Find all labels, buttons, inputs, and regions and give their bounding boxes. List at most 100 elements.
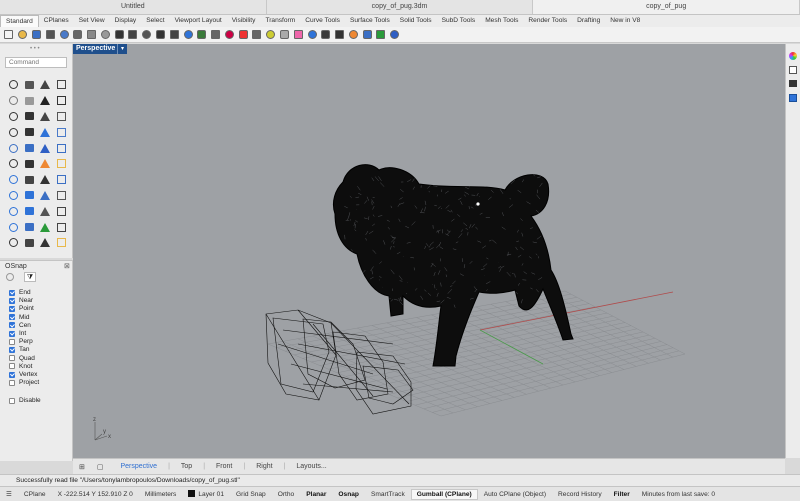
display-icon[interactable] <box>789 80 797 87</box>
status-record-history[interactable]: Record History <box>552 491 608 498</box>
save-icon[interactable] <box>31 29 42 40</box>
move-icon[interactable] <box>21 188 37 204</box>
status-filter[interactable]: Filter <box>608 491 636 498</box>
new-file-icon[interactable] <box>3 29 14 40</box>
rotate-view-icon[interactable] <box>141 29 152 40</box>
extend-icon[interactable] <box>37 124 53 140</box>
disable-checkbox[interactable] <box>9 398 15 404</box>
layers-icon[interactable] <box>789 94 797 102</box>
material-icon[interactable] <box>251 29 262 40</box>
osnap-checkbox[interactable] <box>9 347 15 353</box>
osnap-item-vertex[interactable]: Vertex <box>9 371 37 378</box>
panel-grip[interactable]: • • • <box>30 46 40 52</box>
align-icon[interactable] <box>37 203 53 219</box>
osnap-item-end[interactable]: End <box>9 289 31 296</box>
osnap-checkbox[interactable] <box>9 372 15 378</box>
grid-icon[interactable] <box>210 29 221 40</box>
analyze-icon[interactable] <box>37 219 53 235</box>
osnap-item-int[interactable]: Int <box>9 330 26 337</box>
render-icon[interactable] <box>320 29 331 40</box>
transform-icon[interactable] <box>5 188 21 204</box>
osnap-item-near[interactable]: Near <box>9 297 33 304</box>
toolbar-tab-surface-tools[interactable]: Surface Tools <box>345 15 395 27</box>
cylinder-icon[interactable] <box>37 140 53 156</box>
options-icon[interactable] <box>53 235 69 251</box>
status-units[interactable]: Millimeters <box>139 491 183 498</box>
point-icon[interactable] <box>21 77 37 93</box>
close-icon[interactable]: ⊠ <box>64 262 70 270</box>
boolean-icon[interactable] <box>5 172 21 188</box>
status-gumball[interactable]: Gumball (CPlane) <box>411 489 478 500</box>
cut-icon[interactable] <box>72 29 83 40</box>
viewport-menu-chevron-icon[interactable]: ▾ <box>117 44 127 54</box>
circle-icon[interactable] <box>5 109 21 125</box>
view-tab-front[interactable]: Front <box>205 463 243 470</box>
mesh-icon[interactable] <box>21 172 37 188</box>
layer-icon[interactable] <box>238 29 249 40</box>
menu-icon[interactable]: ☰ <box>0 490 18 498</box>
osnap-item-tan[interactable]: Tan <box>9 346 29 353</box>
osnap-item-mid[interactable]: Mid <box>9 314 29 321</box>
viewport-title[interactable]: Perspective <box>73 44 118 54</box>
view-tab-perspective[interactable]: Perspective <box>110 463 169 470</box>
osnap-checkbox[interactable] <box>9 322 15 328</box>
sphere-icon[interactable] <box>21 140 37 156</box>
trim-icon[interactable] <box>37 235 53 251</box>
fillet-curve-icon[interactable] <box>5 124 21 140</box>
view-tab-top[interactable]: Top <box>170 463 203 470</box>
group-icon[interactable] <box>5 219 21 235</box>
split-icon[interactable] <box>53 219 69 235</box>
osnap-checkbox[interactable] <box>9 314 15 320</box>
properties-icon[interactable] <box>789 66 797 74</box>
zoom-selected-icon[interactable] <box>196 29 207 40</box>
osnap-checkbox[interactable] <box>9 331 15 337</box>
status-cplane[interactable]: CPlane <box>18 491 52 498</box>
print-icon[interactable] <box>45 29 56 40</box>
zoom-icon[interactable] <box>155 29 166 40</box>
window-tab-untitled[interactable]: Untitled <box>0 0 267 14</box>
undo-icon[interactable] <box>114 29 125 40</box>
help-icon[interactable] <box>389 29 400 40</box>
osnap-item-project[interactable]: Project <box>9 379 39 386</box>
subd-icon[interactable] <box>37 172 53 188</box>
import-icon[interactable] <box>59 29 70 40</box>
viewport-canvas[interactable]: z x y <box>73 44 785 458</box>
toolbar-tab-select[interactable]: Select <box>141 15 169 27</box>
toolbar-tab-display[interactable]: Display <box>110 15 142 27</box>
dimension-icon[interactable] <box>5 203 21 219</box>
osnap-checkbox[interactable] <box>9 290 15 296</box>
status-grid-snap[interactable]: Grid Snap <box>230 491 272 498</box>
toolbar-tab-set-view[interactable]: Set View <box>74 15 110 27</box>
point-cloud-icon[interactable] <box>21 93 37 109</box>
pan-icon[interactable] <box>127 29 138 40</box>
box-icon[interactable] <box>5 140 21 156</box>
color-wheel-icon[interactable] <box>293 29 304 40</box>
explode-icon[interactable] <box>5 235 21 251</box>
extrude-icon[interactable] <box>5 156 21 172</box>
toolbar-tab-transform[interactable]: Transform <box>260 15 300 27</box>
color-wheel-icon[interactable] <box>789 52 797 60</box>
grid-view-icon[interactable]: ⊞ <box>73 463 91 471</box>
toolbar-tab-solid-tools[interactable]: Solid Tools <box>395 15 437 27</box>
light-icon[interactable] <box>265 29 276 40</box>
text-icon[interactable] <box>53 124 69 140</box>
block-icon[interactable] <box>21 219 37 235</box>
osnap-item-perp[interactable]: Perp <box>9 338 33 345</box>
curve-icon[interactable] <box>362 29 373 40</box>
osnap-checkbox[interactable] <box>9 380 15 386</box>
lock-icon[interactable] <box>224 29 235 40</box>
select-arrow-icon[interactable] <box>5 77 21 93</box>
paste-icon[interactable] <box>100 29 111 40</box>
array-icon[interactable] <box>21 203 37 219</box>
osnap-disable[interactable]: Disable <box>9 397 41 404</box>
camera-icon[interactable] <box>334 29 345 40</box>
sphere-icon[interactable] <box>307 29 318 40</box>
toolbar-tab-render-tools[interactable]: Render Tools <box>523 15 572 27</box>
status-layer[interactable]: Layer 01 <box>182 490 230 498</box>
window-tab-3dm[interactable]: copy_of_pug.3dm <box>267 0 534 14</box>
status-planar[interactable]: Planar <box>300 491 332 498</box>
toolbar-tab-curve-tools[interactable]: Curve Tools <box>300 15 345 27</box>
toolbar-tab-viewport-layout[interactable]: Viewport Layout <box>170 15 227 27</box>
zoom-window-icon[interactable] <box>169 29 180 40</box>
paint-icon[interactable] <box>348 29 359 40</box>
